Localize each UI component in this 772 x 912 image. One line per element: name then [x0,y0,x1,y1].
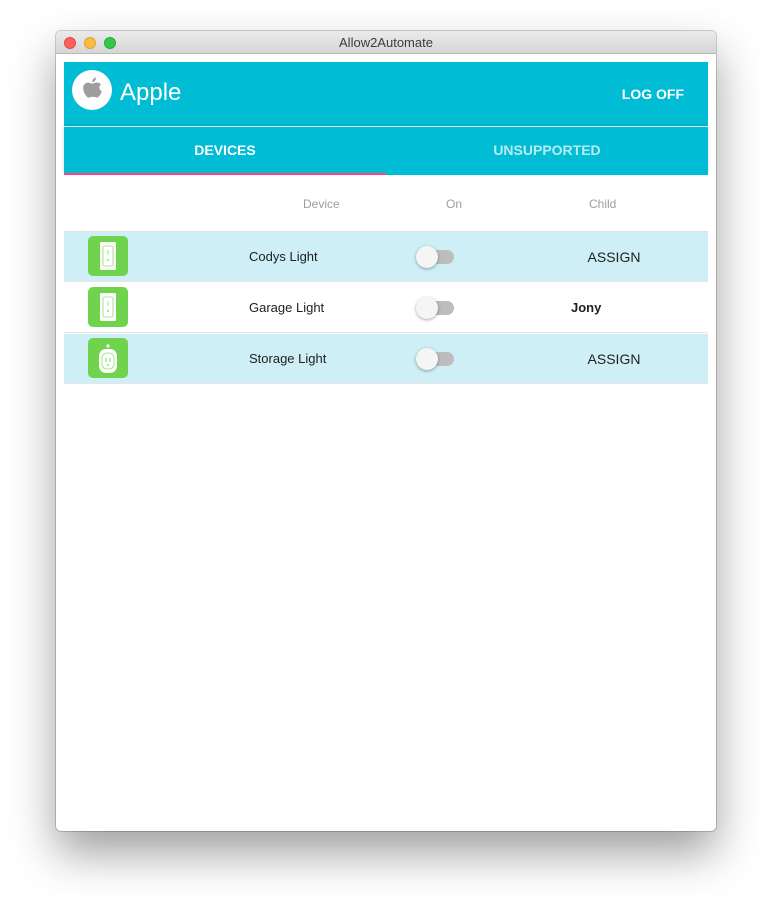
title-bar[interactable]: Allow2Automate [56,31,716,54]
table-row: Garage Light Jony [64,283,708,333]
column-header-device: Device [303,197,340,211]
device-on-toggle[interactable] [416,297,458,319]
assign-child-button[interactable]: ASSIGN [576,241,652,273]
window-title: Allow2Automate [339,35,433,50]
app-bar: Apple LOG OFF [64,62,708,126]
device-name: Storage Light [249,351,327,366]
column-header-on: On [446,197,463,211]
table-header: Device On Child [64,175,708,232]
toggle-thumb [416,297,438,319]
device-on-toggle[interactable] [416,348,458,370]
table-row: Codys Light ASSIGN [64,232,708,282]
tab-devices[interactable]: DEVICES [64,127,386,175]
log-off-button[interactable]: LOG OFF [610,78,696,110]
page-title: Apple [120,79,182,106]
device-on-toggle[interactable] [416,246,458,268]
device-name: Garage Light [249,300,325,315]
avatar [72,70,112,110]
app-window: Allow2Automate Apple LOG OFF DEVICES UNS… [56,31,716,831]
toggle-thumb [416,246,438,268]
tab-unsupported[interactable]: UNSUPPORTED [386,127,708,175]
wall-switch-icon [88,287,128,327]
column-header-child: Child [589,197,617,211]
tab-bar: DEVICES UNSUPPORTED [64,127,708,175]
smart-plug-icon [88,338,128,378]
assigned-child-name: Jony [571,300,602,315]
wall-switch-icon [88,236,128,276]
apple-logo-icon [83,77,102,98]
toggle-thumb [416,348,438,370]
device-name: Codys Light [249,249,318,264]
table-row: Storage Light ASSIGN [64,334,708,384]
assign-child-button[interactable]: ASSIGN [576,343,652,375]
